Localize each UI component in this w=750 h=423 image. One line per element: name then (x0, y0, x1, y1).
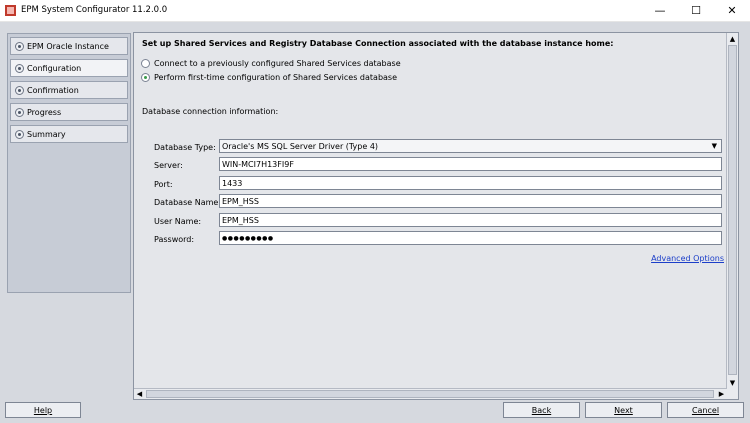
wizard-step-nav: EPM Oracle Instance Configuration Confir… (7, 33, 131, 293)
scroll-corner (727, 388, 738, 399)
scroll-down-icon[interactable]: ▼ (727, 377, 738, 388)
nav-item-progress[interactable]: Progress (10, 103, 128, 121)
nav-item-label: Progress (27, 107, 62, 117)
next-button[interactable]: Next (585, 402, 662, 418)
user-name-input[interactable]: EPM_HSS (219, 213, 722, 227)
database-name-label: Database Name: (154, 198, 222, 207)
nav-item-label: EPM Oracle Instance (27, 41, 109, 51)
nav-item-epm-oracle-instance[interactable]: EPM Oracle Instance (10, 37, 128, 55)
dropdown-arrow-icon: ▼ (711, 142, 717, 150)
title-bar: EPM System Configurator 11.2.0.0 — ☐ ✕ (0, 0, 750, 22)
bullet-icon (15, 107, 24, 117)
panel-heading: Set up Shared Services and Registry Data… (142, 39, 614, 48)
port-label: Port: (154, 180, 173, 189)
server-input[interactable]: WIN-MCI7H13FI9F (219, 157, 722, 171)
database-name-input[interactable]: EPM_HSS (219, 194, 722, 208)
maximize-icon: ☐ (691, 4, 701, 17)
radio-label: Connect to a previously configured Share… (154, 59, 401, 68)
minimize-button[interactable]: — (642, 0, 678, 21)
nav-item-confirmation[interactable]: Confirmation (10, 81, 128, 99)
radio-icon (141, 59, 150, 68)
server-label: Server: (154, 161, 183, 170)
nav-item-label: Summary (27, 129, 66, 139)
radio-label: Perform first-time configuration of Shar… (154, 73, 398, 82)
port-input[interactable]: 1433 (219, 176, 722, 190)
vertical-scrollbar[interactable]: ▲ ▼ (726, 33, 738, 388)
nav-item-configuration[interactable]: Configuration (10, 59, 128, 77)
radio-first-time-config[interactable]: Perform first-time configuration of Shar… (141, 73, 397, 82)
help-button-label: Help (33, 405, 53, 415)
window-client: EPM Oracle Instance Configuration Confir… (0, 22, 750, 423)
close-icon: ✕ (727, 4, 737, 17)
database-type-label: Database Type: (154, 143, 216, 152)
vertical-scroll-thumb[interactable] (728, 45, 737, 375)
nav-item-label: Confirmation (27, 85, 79, 95)
database-name-value: EPM_HSS (222, 196, 259, 206)
bullet-icon (15, 85, 24, 95)
database-type-select[interactable]: Oracle's MS SQL Server Driver (Type 4) ▼ (219, 139, 722, 153)
radio-selected-icon (141, 73, 150, 82)
maximize-button[interactable]: ☐ (678, 0, 714, 21)
radio-connect-existing[interactable]: Connect to a previously configured Share… (141, 59, 401, 68)
horizontal-scrollbar[interactable]: ◀ ▶ (134, 388, 727, 399)
cancel-button[interactable]: Cancel (667, 402, 744, 418)
bullet-icon (15, 129, 24, 139)
nav-item-label: Configuration (27, 63, 82, 73)
window-title: EPM System Configurator 11.2.0.0 (21, 5, 168, 15)
password-value: ●●●●●●●●● (222, 234, 274, 242)
back-button-label: Back (531, 405, 552, 415)
back-button[interactable]: Back (503, 402, 580, 418)
password-label: Password: (154, 235, 195, 244)
database-type-value: Oracle's MS SQL Server Driver (Type 4) (222, 141, 379, 151)
bullet-icon (15, 41, 24, 51)
port-value: 1433 (222, 178, 243, 188)
next-button-label: Next (614, 405, 633, 415)
scroll-up-icon[interactable]: ▲ (727, 33, 738, 44)
close-button[interactable]: ✕ (714, 0, 750, 21)
help-button[interactable]: Help (5, 402, 81, 418)
bullet-icon (15, 63, 24, 73)
configuration-panel: Set up Shared Services and Registry Data… (133, 32, 739, 400)
app-icon (5, 5, 16, 16)
scroll-right-icon[interactable]: ▶ (716, 388, 727, 399)
server-value: WIN-MCI7H13FI9F (222, 159, 294, 169)
user-name-value: EPM_HSS (222, 215, 259, 225)
section-label: Database connection information: (142, 107, 279, 116)
user-name-label: User Name: (154, 217, 202, 226)
advanced-options-link[interactable]: Advanced Options (651, 254, 724, 263)
nav-item-summary[interactable]: Summary (10, 125, 128, 143)
minimize-icon: — (654, 4, 666, 17)
cancel-button-label: Cancel (691, 405, 720, 415)
scroll-left-icon[interactable]: ◀ (134, 388, 145, 399)
password-input[interactable]: ●●●●●●●●● (219, 231, 722, 245)
horizontal-scroll-thumb[interactable] (146, 390, 714, 398)
